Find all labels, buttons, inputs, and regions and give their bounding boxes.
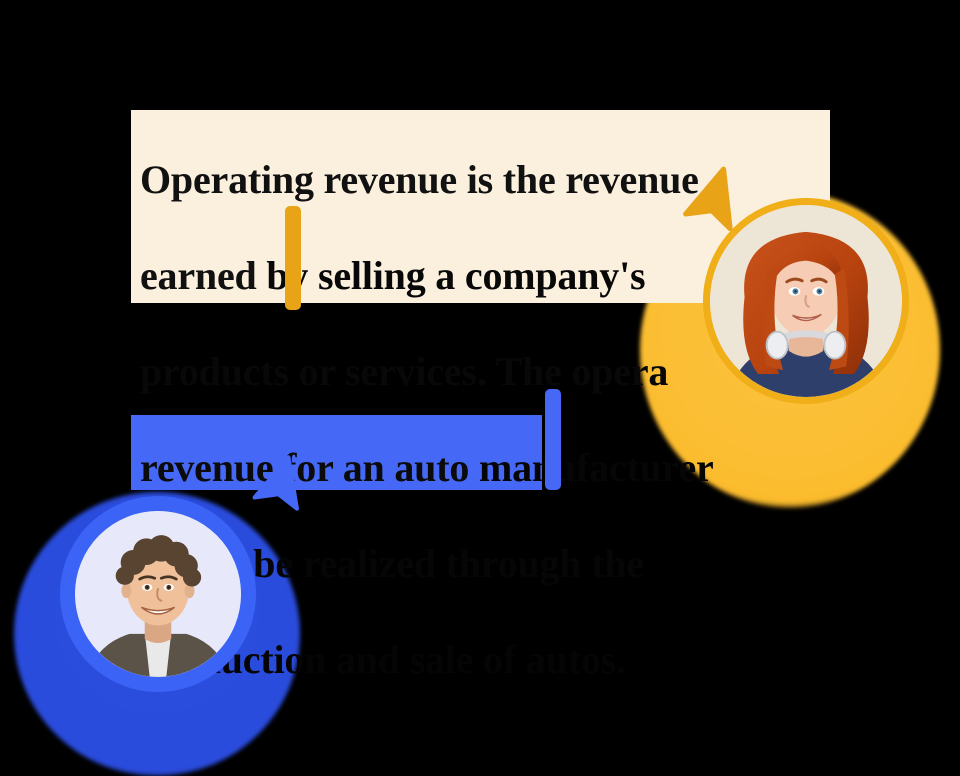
text-caret-icon-blue[interactable] <box>545 389 561 490</box>
avatar[interactable] <box>703 198 909 404</box>
text-segment-faded: products or services. The opera <box>140 349 669 394</box>
text-caret-icon-orange[interactable] <box>285 206 301 310</box>
mouse-pointer-icon-blue[interactable] <box>252 455 308 527</box>
avatar-image-man <box>75 511 241 677</box>
text-line: production and sale of autos. <box>140 612 900 708</box>
text-segment-faded: manufacturer <box>478 445 714 490</box>
text-segment-faded: by selling a company's <box>266 253 646 298</box>
text-segment: revenue for an auto <box>140 445 479 490</box>
avatar-image-woman <box>710 205 902 397</box>
text-segment: earned <box>140 253 267 298</box>
text-segment: Operating revenue is the revenue <box>140 157 699 202</box>
avatar[interactable] <box>60 496 256 692</box>
collaborative-text-selection-canvas: Operating revenue is the revenue earned … <box>0 0 960 776</box>
